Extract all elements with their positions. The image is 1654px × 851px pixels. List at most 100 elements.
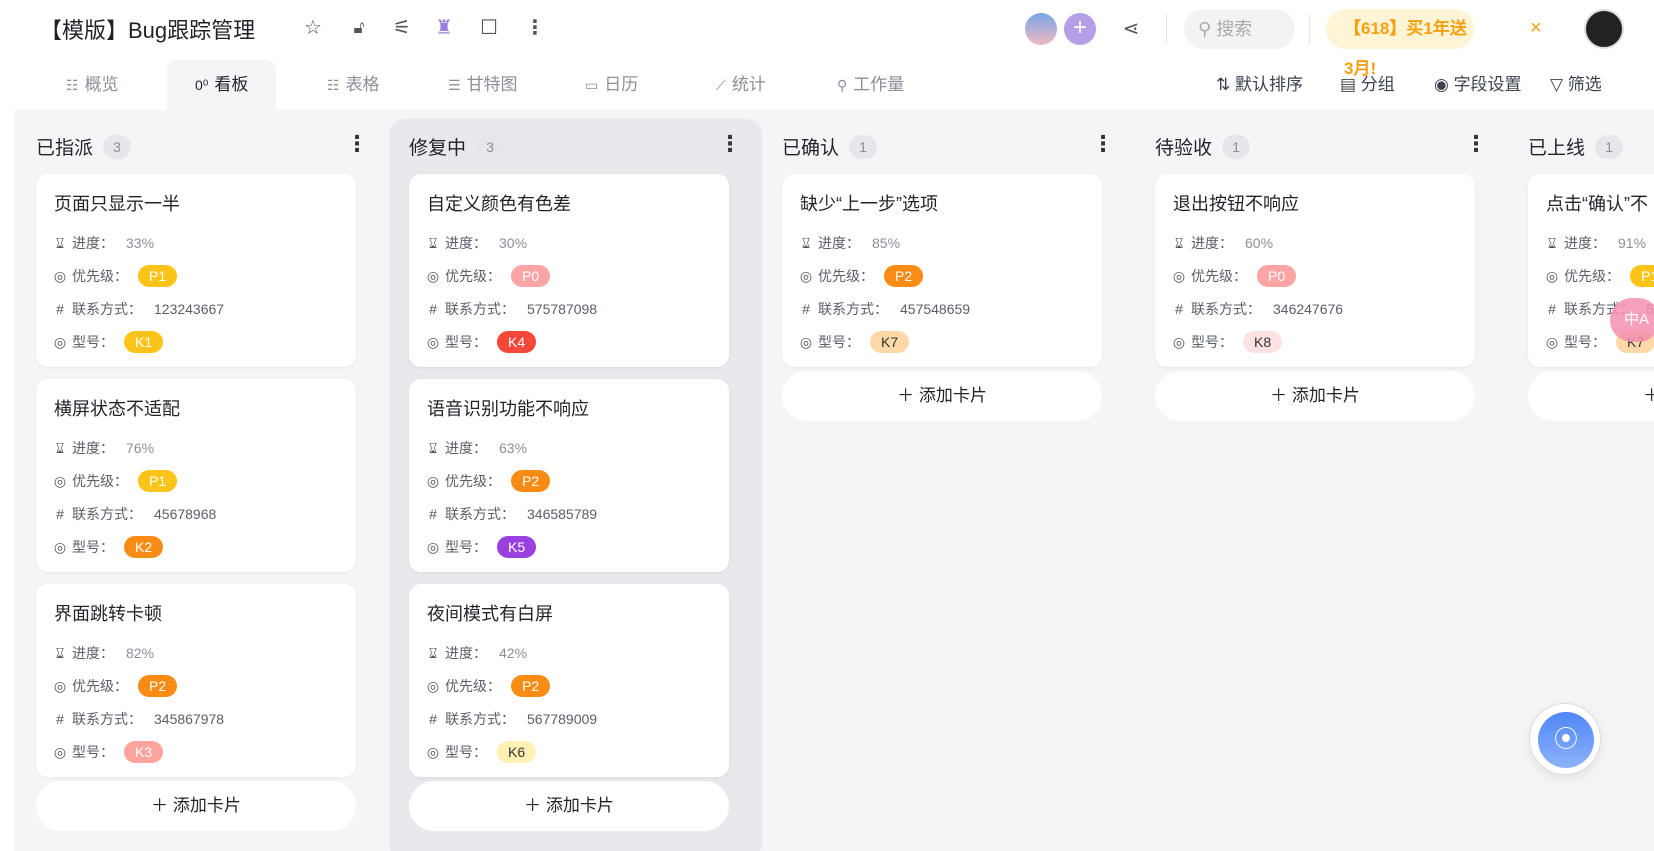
column-count-badge: 1 [1595,135,1624,159]
sort-icon: ⇅ [1216,75,1235,94]
field-label: 优先级： [445,268,501,284]
target-icon: ◎ [426,678,440,694]
promo-close-button[interactable]: × [1530,17,1542,40]
field-progress: ⌛︎ 进度： 63% [425,435,713,468]
field-value: 30% [499,235,528,251]
add-card-button[interactable]: ＋ 添加卡片 [409,781,729,831]
target-icon: ◎ [1172,334,1186,350]
field-label: 型号： [72,334,114,350]
column-header: 已上线 1 [1528,133,1624,160]
field-value: 45678968 [154,506,217,522]
sort-button[interactable]: ⇅ 默认排序 [1216,60,1303,110]
bug-card[interactable]: 夜间模式有白屏 ⌛︎ 进度： 42% ◎ 优先级： P2 # 联系方式： 567789009 ◎ 型号… [409,584,729,777]
target-icon: ◎ [53,678,67,694]
column-more-icon[interactable]: ⋮ [1465,131,1487,157]
hourglass-icon: ⌛︎ [1174,235,1184,251]
bug-card[interactable]: 页面只显示一半 ⌛︎ 进度： 33% ◎ 优先级： P1 # 联系方式： 123243667 ◎ 型号… [36,174,356,367]
robot-icon[interactable]: ☐ [477,16,501,40]
plus-icon: ＋ [1270,386,1292,405]
bug-card[interactable]: 自定义颜色有色差 ⌛︎ 进度： 30% ◎ 优先级： P0 # 联系方式： 575787098 ◎ 型… [409,174,729,367]
card-title: 界面跳转卡顿 [54,604,162,624]
field-label: 进度： [72,440,114,456]
column-more-icon[interactable]: ⋮ [719,131,741,157]
add-card-button[interactable]: ＋ 添加卡片 [36,781,356,831]
target-icon: ◎ [799,268,813,284]
promo-banner[interactable]: 【618】买1年送3月! [1326,9,1474,78]
filter-icon: ▽ [1550,75,1568,94]
tab-calendar[interactable]: ▭ 日历 [585,60,638,110]
add-card-button[interactable]: ＋ 添加卡片 [1528,371,1654,421]
priority-badge: P0 [511,265,551,287]
card-title: 语音识别功能不响应 [427,399,589,419]
field-value: 42% [499,645,528,661]
tab-workload[interactable]: ⚲ 工作量 [837,60,904,110]
field-contact: # 联系方式： 123243667 [52,296,340,329]
card-title: 页面只显示一半 [54,194,180,214]
hash-icon: # [429,506,437,522]
bug-card[interactable]: 界面跳转卡顿 ⌛︎ 进度： 82% ◎ 优先级： P2 # 联系方式： 345867978 ◎ 型号：… [36,584,356,777]
field-label: 进度： [72,645,114,661]
search-input[interactable]: ⚲ 搜索 [1184,9,1295,49]
bug-card[interactable]: 退出按钮不响应 ⌛︎ 进度： 60% ◎ 优先级： P0 # 联系方式： 346247676 ◎ 型号… [1155,174,1475,367]
tab-label: 工作量 [853,75,905,94]
star-icon[interactable]: ☆ [301,16,325,40]
more-icon[interactable]: ⋮ [523,16,547,40]
column-3: 待验收 1 ⋮ 退出按钮不响应 ⌛︎ 进度： 60% ◎ 优先级： P0 # 联系方式： 3462476… [1135,119,1508,851]
target-icon: ◎ [53,539,67,555]
hourglass-icon: ⌛︎ [55,645,65,661]
share-icon[interactable]: ⋖ [1119,17,1143,41]
field-label: 型号： [445,744,487,760]
column-title: 已确认 [782,138,840,159]
field-label: 优先级： [1191,268,1247,284]
field-label: 型号： [445,334,487,350]
model-badge: K6 [497,741,537,763]
field-label: 联系方式： [818,301,888,317]
column-more-icon[interactable]: ⋮ [346,131,368,157]
filter-button[interactable]: ▽ 筛选 [1550,60,1602,110]
add-card-label: 添加卡片 [918,386,987,405]
field-settings-button[interactable]: ◉ 字段设置 [1434,60,1522,110]
tab-table[interactable]: ☷ 表格 [327,60,380,110]
tab-stats[interactable]: ⟋ 统计 [716,60,766,110]
add-card-label: 添加卡片 [545,796,614,815]
field-priority: ◎ 优先级： P2 [425,673,713,706]
field-label: 进度： [1564,235,1606,251]
tab-label: 表格 [345,75,380,94]
column-0: 已指派 3 ⋮ 页面只显示一半 ⌛︎ 进度： 33% ◎ 优先级： P1 # 联系方式： 1232436… [16,119,389,851]
field-contact: # 联系方式： 345867978 [52,706,340,739]
add-member-button[interactable]: + [1064,13,1096,45]
card-title: 自定义颜色有色差 [427,194,571,214]
bug-card[interactable]: 横屏状态不适配 ⌛︎ 进度： 76% ◎ 优先级： P1 # 联系方式： 45678968 ◎ 型号：… [36,379,356,572]
field-value: 346247676 [1273,301,1344,317]
tab-overview[interactable]: ☷ 概览 [66,60,119,110]
translate-icon[interactable]: 中A [1610,298,1654,342]
add-card-button[interactable]: ＋ 添加卡片 [1155,371,1475,421]
field-priority: ◎ 优先级： P2 [52,673,340,706]
field-label: 联系方式： [72,506,142,522]
field-model: ◎ 型号： K5 [425,534,713,567]
floating-action-button[interactable]: ⦿ [1529,703,1601,775]
column-more-icon[interactable]: ⋮ [1092,131,1114,157]
group-button[interactable]: ▤ 分组 [1340,60,1395,110]
hourglass-icon: ⌛︎ [55,440,65,456]
group-label: 分组 [1360,75,1395,94]
field-priority: ◎ 优先级： P2 [425,468,713,501]
column-title: 已上线 [1528,138,1586,159]
add-card-button[interactable]: ＋ 添加卡片 [782,371,1102,421]
settings-sliders-icon[interactable]: ⚟ [390,16,414,40]
field-label: 联系方式： [445,506,515,522]
collaborator-avatar[interactable] [1025,13,1057,45]
bug-card[interactable]: 缺少“上一步”选项 ⌛︎ 进度： 85% ◎ 优先级： P2 # 联系方式： 457548659 ◎… [782,174,1102,367]
tab-gantt[interactable]: ☰ 甘特图 [448,60,518,110]
field-priority: ◎ 优先级： P0 [1171,263,1459,296]
field-label: 优先级： [72,268,128,284]
lock-icon[interactable]: 🔓︎ [347,16,371,40]
user-avatar[interactable] [1584,9,1624,49]
priority-badge: P1 [138,470,178,492]
fire-mascot-icon[interactable]: ♜ [432,16,456,40]
plus-icon: ＋ [1643,386,1654,405]
tab-kanban[interactable]: 0⁰ 看板 [167,60,277,110]
column-2: 已确认 1 ⋮ 缺少“上一步”选项 ⌛︎ 进度： 85% ◎ 优先级： P2 # 联系方式： 45754… [762,119,1135,851]
bug-card[interactable]: 语音识别功能不响应 ⌛︎ 进度： 63% ◎ 优先级： P2 # 联系方式： 346585789 ◎… [409,379,729,572]
field-priority: ◎ 优先级： P1 [52,468,340,501]
